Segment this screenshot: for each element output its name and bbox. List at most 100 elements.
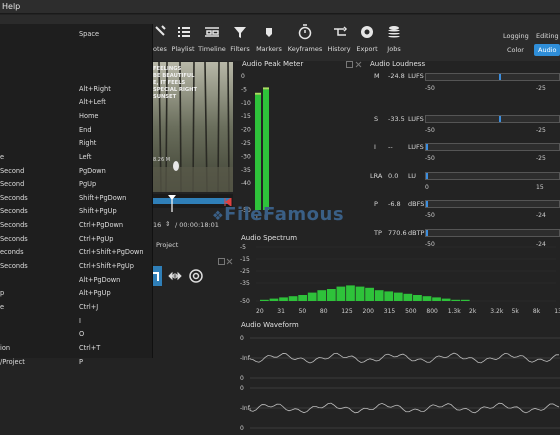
menu-item[interactable]: Second PgUp <box>0 178 153 192</box>
spin-arrows-icon[interactable]: ⇕ <box>165 220 170 228</box>
menu-item[interactable] <box>0 55 153 69</box>
loudness-unit: LUFS <box>408 114 424 123</box>
spectrum-y-tick: -25 <box>240 268 250 275</box>
menu-item[interactable] <box>0 42 153 56</box>
loudness-scale-mid: -25 <box>536 85 546 92</box>
peak-hold-marker <box>263 87 269 90</box>
loudness-label: S <box>374 114 379 123</box>
spectrum-x-tick: 2k <box>469 308 477 315</box>
menu-item-action: e <box>0 303 5 311</box>
menu-item[interactable]: econds Ctrl+Shift+PgDown <box>0 246 153 260</box>
menu-item[interactable]: Seconds Shift+PgUp <box>0 205 153 219</box>
loudness-value: 0.0 <box>388 171 399 180</box>
menu-item-shortcut: Ctrl+T <box>79 343 101 352</box>
menu-item[interactable]: Right <box>0 137 153 151</box>
spectrum-bar <box>269 298 279 301</box>
menu-item[interactable]: Second PgDown <box>0 165 153 179</box>
menu-item[interactable]: Alt+Right <box>0 83 153 97</box>
project-tab[interactable]: Project <box>153 240 233 252</box>
watermark-logo-icon: ❖ <box>212 209 225 224</box>
toolbar-keyframes-button[interactable]: Keyframes <box>287 15 323 61</box>
spectrum-x-tick: 315 <box>384 308 396 315</box>
menu-item[interactable]: Seconds Ctrl+PgDown <box>0 219 153 233</box>
menu-item[interactable]: I <box>0 315 153 329</box>
menu-item[interactable]: Alt+PgDown <box>0 274 153 288</box>
spectrum-bar <box>374 290 384 301</box>
video-overlay-line: SUNSET <box>153 94 177 100</box>
loudness-bar <box>425 200 560 208</box>
menu-item[interactable]: p Alt+PgUp <box>0 287 153 301</box>
spectrum-bar <box>393 292 403 301</box>
spectrum-bar <box>451 299 461 301</box>
keyboard-shortcuts-menu: Space Alt+Right Alt+Left Home End Right e Left S… <box>0 24 153 366</box>
scrub-icon[interactable] <box>168 270 182 282</box>
history-icon <box>334 26 348 36</box>
menu-item[interactable]: ion Ctrl+T <box>0 342 153 356</box>
menu-item-action: Seconds <box>0 262 28 271</box>
layout-audio-button[interactable]: Audio <box>534 44 560 56</box>
video-preview[interactable]: FEELINGS BE BEAUTIFUL E, IT FEELS SPECIA… <box>153 62 233 192</box>
toolbar-playlist-button[interactable]: Playlist <box>169 15 197 61</box>
menu-item[interactable]: e Ctrl+J <box>0 301 153 315</box>
spectrum-x-tick: 8k <box>533 308 541 315</box>
layout-logging-button[interactable]: Logging <box>503 32 529 40</box>
peak-meter-title: Audio Peak Meter <box>242 60 304 68</box>
toolbar-jobs-button[interactable]: Jobs <box>383 15 405 61</box>
menu-item[interactable]: /Project P <box>0 356 153 370</box>
timeline-icon <box>205 27 219 37</box>
spectrum-y-tick: -5 <box>240 244 246 251</box>
ripple-icon[interactable] <box>188 268 204 284</box>
current-timecode[interactable]: 16 <box>153 221 161 229</box>
toolbar-export-button[interactable]: Export <box>356 15 378 61</box>
menu-item[interactable]: Alt+Left <box>0 96 153 110</box>
waveform-graph: 0 -Inf 0 0 -Inf 0 <box>240 335 560 432</box>
loudness-marker <box>499 115 502 122</box>
spectrum-bar <box>441 298 451 301</box>
waveform-scale-label: 0 <box>240 335 244 342</box>
audio-loudness-panel: Audio Loudness M -24.8 LUFS -50 -25 S -33.5 LUF… <box>366 58 560 248</box>
menu-item[interactable]: O <box>0 328 153 342</box>
toolbar-timeline-button[interactable]: Timeline <box>197 15 227 61</box>
menu-item-shortcut: Right <box>79 139 97 148</box>
menu-item[interactable]: Space <box>0 28 153 42</box>
playhead-icon[interactable] <box>168 195 176 213</box>
menu-item-shortcut: Home <box>79 111 99 120</box>
spectrum-graph: -5 -15 -25 -35 -50 20 31 50 80 125 200 315 500 800 1.3… <box>240 244 560 315</box>
spectrum-x-tick: 500 <box>405 308 417 315</box>
menu-item[interactable]: Seconds Ctrl+Shift+PgUp <box>0 260 153 274</box>
video-overlay-line: SPECIAL RIGHT <box>153 87 198 93</box>
spectrum-bar <box>346 285 355 301</box>
toolbar-filters-button[interactable]: Filters <box>229 15 251 61</box>
toolbar-history-button[interactable]: History <box>326 15 352 61</box>
spectrum-bar <box>336 286 346 301</box>
menu-help[interactable]: Help <box>2 2 20 11</box>
loudness-title: Audio Loudness <box>370 60 426 68</box>
menu-item[interactable]: End <box>0 124 153 138</box>
spectrum-title: Audio Spectrum <box>241 234 298 242</box>
menu-item[interactable]: Home <box>0 110 153 124</box>
panel-float-close-icon[interactable] <box>218 258 234 265</box>
toolbar-playlist-label: Playlist <box>171 45 195 53</box>
layout-editing-button[interactable]: Editing <box>536 32 559 40</box>
menu-item[interactable] <box>0 69 153 83</box>
menu-item-shortcut: Alt+Left <box>79 98 106 107</box>
spectrum-x-tick: 80 <box>320 308 328 315</box>
menu-item-shortcut: Ctrl+J <box>79 303 99 311</box>
toolbar-markers-button[interactable]: Markers <box>255 15 283 61</box>
panel-float-close-icon[interactable] <box>346 61 364 68</box>
peak-scale-tick: -10 <box>241 100 251 107</box>
menu-item[interactable]: Seconds Shift+PgDown <box>0 192 153 206</box>
spectrum-bar <box>317 290 327 301</box>
stopwatch-icon <box>298 24 312 40</box>
menu-item[interactable]: e Left <box>0 151 153 165</box>
loudness-marker <box>426 144 428 150</box>
menu-item-shortcut: Shift+PgDown <box>79 193 127 202</box>
toolbar-timeline-label: Timeline <box>198 45 226 53</box>
peak-scale-tick: 0 <box>241 73 245 80</box>
menu-item[interactable]: Seconds Ctrl+PgUp <box>0 233 153 247</box>
menu-item-shortcut: Ctrl+Shift+PgDown <box>79 248 144 257</box>
menu-item-shortcut: I <box>79 316 81 325</box>
spectrum-x-tick: 3.2k <box>490 308 504 315</box>
spectrum-bar <box>298 295 308 301</box>
layout-color-button[interactable]: Color <box>507 46 524 54</box>
